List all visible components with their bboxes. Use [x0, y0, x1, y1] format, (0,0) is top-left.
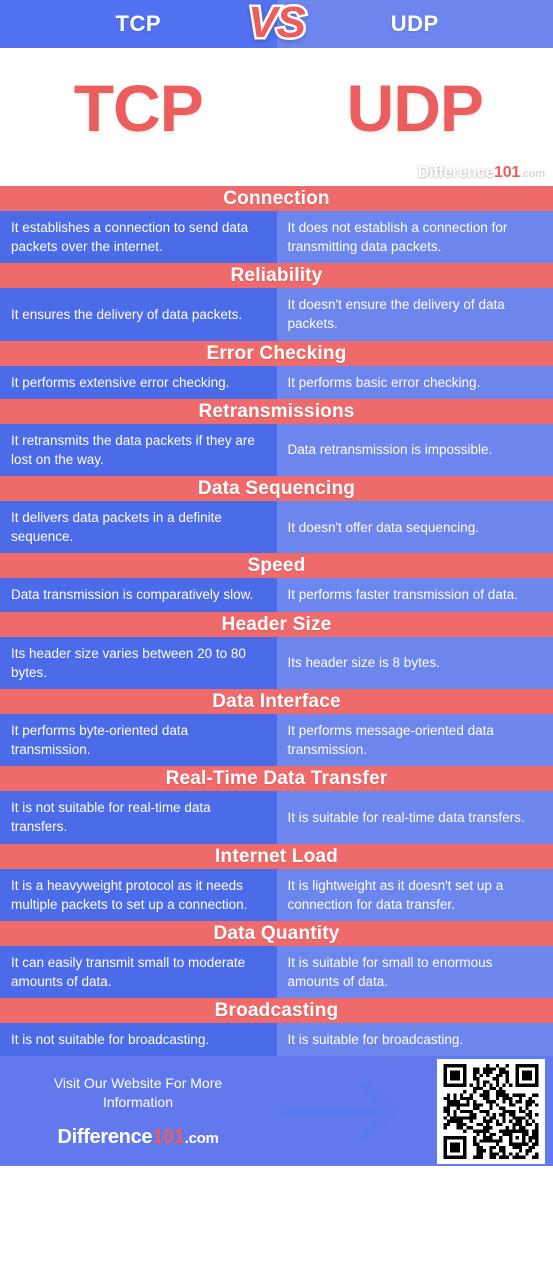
- section-header: Header Size: [0, 611, 553, 637]
- brand-logo-footer[interactable]: Difference101.com: [4, 1126, 272, 1149]
- cell-udp: It performs message-oriented data transm…: [276, 713, 553, 767]
- cell-tcp: It performs byte-oriented data transmiss…: [0, 713, 277, 767]
- header-label-udp: UDP: [390, 11, 439, 36]
- section-header: Connection: [0, 186, 553, 211]
- section-header: Reliability: [0, 263, 553, 289]
- cell-udp: Its header size is 8 bytes.: [276, 636, 553, 689]
- cell-tcp: It ensures the delivery of data packets.: [0, 288, 277, 341]
- table-row: It can easily transmit small to moderate…: [0, 945, 553, 999]
- cell-udp: It does not establish a connection for t…: [276, 211, 553, 264]
- section-header: Data Interface: [0, 688, 553, 714]
- table-row: It establishes a connection to send data…: [0, 211, 553, 264]
- qr-code-matrix: [443, 1064, 539, 1160]
- cell-udp: It doesn't offer data sequencing.: [276, 501, 553, 554]
- section-header: Data Quantity: [0, 920, 553, 946]
- header-left-half: TCP: [0, 0, 277, 48]
- hero-title-tcp: TCP: [73, 71, 204, 145]
- table-row: It performs byte-oriented data transmiss…: [0, 713, 553, 767]
- qr-code-icon[interactable]: [437, 1059, 545, 1165]
- section-header: Data Sequencing: [0, 476, 553, 502]
- cell-udp: Data retransmission is impossible.: [276, 423, 553, 477]
- cell-tcp: It is not suitable for real-time data tr…: [0, 791, 277, 844]
- header-label-tcp: TCP: [115, 11, 161, 36]
- brand-word: Difference: [417, 164, 495, 181]
- footer-text-block: Visit Our Website For More Information D…: [0, 1074, 272, 1149]
- table-row: It retransmits the data packets if they …: [0, 423, 553, 477]
- table-row: It ensures the delivery of data packets.…: [0, 288, 553, 341]
- section-header: Broadcasting: [0, 998, 553, 1024]
- arrow-right-icon: [282, 1080, 397, 1142]
- hero-band: TCP UDP Difference101.com: [0, 48, 553, 186]
- section-header: Internet Load: [0, 843, 553, 869]
- header-right-half: UDP: [276, 0, 553, 48]
- footer-brand-word: Difference: [57, 1125, 153, 1148]
- brand-number: 101: [494, 164, 521, 181]
- cell-tcp: Data transmission is comparatively slow.: [0, 578, 277, 612]
- footer-brand-number: 101: [152, 1125, 185, 1148]
- cell-udp: It performs faster transmission of data.: [276, 578, 553, 612]
- section-header: Error Checking: [0, 340, 553, 366]
- cell-udp: It is suitable for small to enormous amo…: [276, 945, 553, 999]
- cell-tcp: It can easily transmit small to moderate…: [0, 945, 277, 999]
- cell-tcp: It delivers data packets in a definite s…: [0, 501, 277, 554]
- cell-udp: It doesn't ensure the delivery of data p…: [276, 288, 553, 341]
- cell-udp: It performs basic error checking.: [276, 365, 553, 399]
- footer-cta: Visit Our Website For More Information: [4, 1074, 272, 1112]
- cell-tcp: It performs extensive error checking.: [0, 365, 277, 399]
- table-row: Data transmission is comparatively slow.…: [0, 578, 553, 612]
- cell-tcp: It establishes a connection to send data…: [0, 211, 277, 264]
- comparison-table: Connection It establishes a connection to…: [0, 186, 553, 1057]
- cell-udp: It is suitable for broadcasting.: [276, 1023, 553, 1057]
- cell-tcp: It retransmits the data packets if they …: [0, 423, 277, 477]
- cell-tcp: It is a heavyweight protocol as it needs…: [0, 868, 277, 921]
- table-row: It performs extensive error checking. It …: [0, 365, 553, 399]
- infographic-root: TCP UDP VS TCP UDP Difference101.com Con…: [0, 0, 553, 1280]
- table-row: It is not suitable for broadcasting. It i…: [0, 1023, 553, 1057]
- cell-udp: It is suitable for real-time data transf…: [276, 791, 553, 844]
- brand-logo-hero: Difference101.com: [418, 164, 545, 182]
- footer-bar: Visit Our Website For More Information D…: [0, 1056, 553, 1167]
- footer-brand-tld: .com: [184, 1129, 219, 1147]
- cell-udp: It is lightweight as it doesn't set up a…: [276, 868, 553, 921]
- section-header: Retransmissions: [0, 398, 553, 424]
- footer-cta-line1: Visit Our Website For More: [53, 1074, 223, 1091]
- versus-badge: VS: [246, 0, 309, 48]
- table-row: Its header size varies between 20 to 80 …: [0, 636, 553, 689]
- hero-left: TCP: [0, 48, 277, 186]
- table-row: It is a heavyweight protocol as it needs…: [0, 868, 553, 921]
- section-header: Real-Time Data Transfer: [0, 766, 553, 792]
- hero-title-udp: UDP: [346, 71, 484, 145]
- table-row: It delivers data packets in a definite s…: [0, 501, 553, 554]
- header-bar: TCP UDP VS: [0, 0, 553, 48]
- table-row: It is not suitable for real-time data tr…: [0, 791, 553, 844]
- footer-cta-line2: Information: [102, 1093, 174, 1110]
- cell-tcp: It is not suitable for broadcasting.: [0, 1023, 277, 1057]
- cell-tcp: Its header size varies between 20 to 80 …: [0, 636, 277, 689]
- section-header: Speed: [0, 553, 553, 579]
- brand-tld: .com: [520, 168, 545, 180]
